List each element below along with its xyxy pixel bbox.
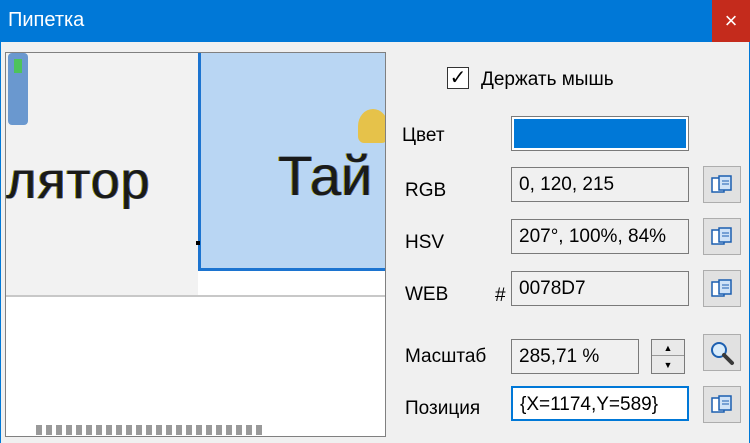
hsv-label: HSV: [405, 232, 445, 253]
preview-text-left: лятор: [6, 152, 151, 210]
hsv-field[interactable]: 207°, 100%, 84%: [511, 219, 689, 254]
window-title: Пипетка: [8, 9, 85, 31]
scale-spinner[interactable]: ▲ ▼: [651, 339, 685, 374]
zoom-button[interactable]: [703, 334, 741, 371]
web-hash: #: [495, 285, 506, 306]
copy-icon: [711, 226, 732, 245]
preview-weather-icon: [358, 109, 385, 143]
preview-text-right: Тай: [278, 144, 373, 207]
preview-blurred-text: [36, 425, 266, 435]
close-button[interactable]: ×: [712, 0, 750, 42]
scale-label: Масштаб: [405, 346, 487, 367]
copy-web-button[interactable]: [703, 270, 741, 307]
rgb-label: RGB: [405, 180, 447, 201]
magnifier-icon: [711, 341, 734, 365]
web-field[interactable]: 0078D7: [511, 271, 689, 306]
chevron-up-icon: ▲: [663, 342, 673, 353]
hold-mouse-label[interactable]: Держать мышь: [481, 69, 614, 91]
copy-hsv-button[interactable]: [703, 218, 741, 255]
hold-mouse-checkbox[interactable]: ✓: [447, 67, 469, 89]
color-swatch: [511, 116, 689, 151]
position-field[interactable]: {X=1174,Y=589}: [511, 386, 689, 421]
spinner-up-button[interactable]: ▲: [652, 340, 684, 356]
title-bar: Пипетка ×: [0, 0, 750, 42]
position-label: Позиция: [405, 398, 481, 419]
chevron-down-icon: ▼: [663, 360, 673, 370]
copy-icon: [711, 174, 732, 193]
copy-icon: [711, 394, 732, 413]
close-icon: ×: [724, 8, 738, 33]
preview-cursor-point: [196, 241, 200, 245]
magnifier-preview[interactable]: лятор Тай: [5, 52, 386, 437]
dropper-window: лятор Тай ✓ Держать мышь Цвет RGB 0, 120…: [0, 42, 750, 443]
checkmark-icon: ✓: [449, 67, 467, 89]
scale-field[interactable]: 285,71 %: [511, 339, 639, 374]
copy-rgb-button[interactable]: [703, 166, 741, 203]
rgb-field[interactable]: 0, 120, 215: [511, 167, 689, 202]
color-label: Цвет: [402, 125, 445, 146]
color-swatch-fill: [514, 119, 686, 148]
copy-icon: [711, 278, 732, 297]
preview-divider: [6, 295, 385, 297]
copy-position-button[interactable]: [703, 386, 741, 423]
spinner-down-button[interactable]: ▼: [652, 357, 684, 373]
web-label: WEB: [405, 284, 449, 305]
preview-app-icon-detail: [14, 59, 22, 73]
